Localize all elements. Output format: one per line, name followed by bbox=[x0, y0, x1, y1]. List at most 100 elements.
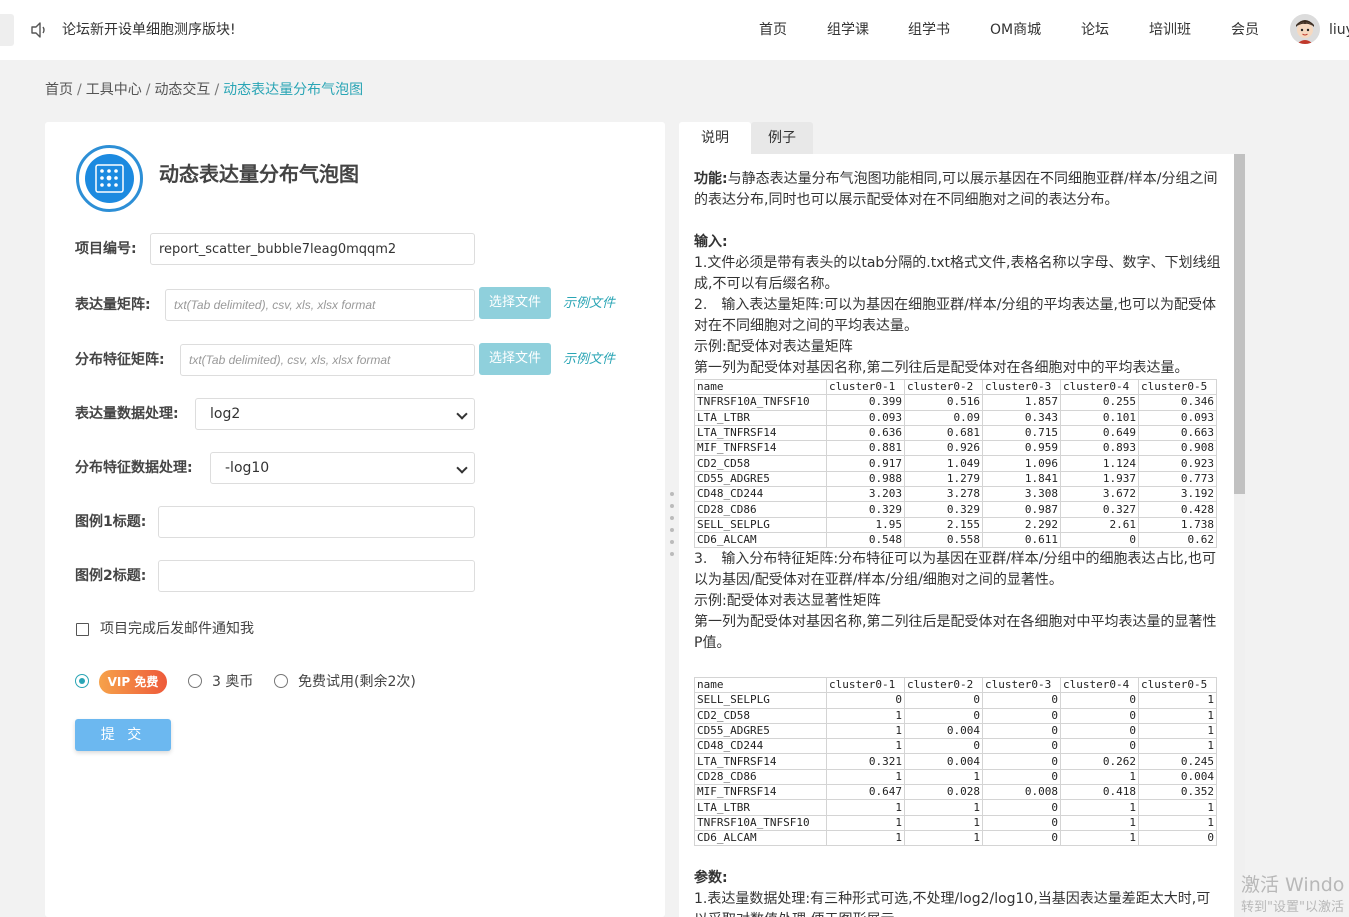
table-row: CD48_CD244 3.203 3.278 3.308 3.672 3.192 bbox=[694, 486, 1217, 503]
table-cell: 0.329 bbox=[826, 501, 905, 518]
announcement-text[interactable]: 论坛新开设单细胞测序版块! bbox=[62, 21, 236, 39]
table-row: LTA_LTBR 0.093 0.09 0.343 0.101 0.093 bbox=[694, 409, 1217, 426]
input-title: 输入: bbox=[694, 234, 728, 250]
table-cell: 1.049 bbox=[904, 455, 983, 472]
table-cell: 0 bbox=[1060, 722, 1139, 740]
menu-toggle[interactable] bbox=[0, 14, 14, 46]
breadcrumb-dynamic[interactable]: 动态交互 bbox=[154, 82, 210, 98]
tab-example[interactable]: 例子 bbox=[751, 122, 813, 154]
scrollbar-thumb[interactable] bbox=[1234, 154, 1245, 494]
project-id-input[interactable] bbox=[150, 233, 475, 265]
table-row: LTA_TNFRSF14 0.636 0.681 0.715 0.649 0.663 bbox=[694, 424, 1217, 442]
table-cell: 0 bbox=[982, 707, 1061, 724]
nav-omics-course[interactable]: 组学课 bbox=[827, 21, 869, 39]
table-header-cell: cluster0-2 bbox=[904, 676, 983, 694]
panel-resize-handle[interactable] bbox=[666, 484, 677, 562]
table-row: TNFRSF10A_TNFSF10 0.399 0.516 1.857 0.255 0.3… bbox=[694, 394, 1217, 411]
nav-member[interactable]: 会员 bbox=[1231, 21, 1259, 39]
table-header-row: name cluster0-1 cluster0-2 cluster0-3 cluste… bbox=[694, 676, 1217, 694]
breadcrumb-separator: / bbox=[214, 82, 220, 98]
dist-example-file-link[interactable]: 示例文件 bbox=[563, 351, 615, 369]
chevron-down-icon bbox=[456, 462, 468, 474]
table-cell: 0.893 bbox=[1060, 440, 1139, 457]
table-cell: SELL_SELPLG bbox=[694, 516, 827, 533]
table-cell: 1 bbox=[826, 799, 905, 816]
handle-dot bbox=[670, 552, 674, 556]
table-cell: 0 bbox=[982, 738, 1061, 755]
trial-radio[interactable] bbox=[274, 674, 288, 688]
expr-choose-file-button[interactable]: 选择文件 bbox=[479, 287, 551, 319]
dist-process-label: 分布特征数据处理: bbox=[75, 460, 193, 476]
table-cell: 0.343 bbox=[982, 409, 1061, 426]
table-cell: 0.352 bbox=[1138, 784, 1217, 801]
nav-training[interactable]: 培训班 bbox=[1149, 21, 1191, 39]
dist-choose-file-button[interactable]: 选择文件 bbox=[479, 343, 551, 375]
avatar[interactable] bbox=[1290, 14, 1320, 44]
table-cell: 3.308 bbox=[982, 486, 1061, 503]
table-cell: LTA_TNFRSF14 bbox=[694, 424, 827, 442]
nav-forum[interactable]: 论坛 bbox=[1081, 21, 1109, 39]
table-cell: 1 bbox=[826, 829, 905, 847]
table-row: LTA_LTBR 1 1 0 1 1 bbox=[694, 799, 1217, 816]
table-row: CD55_ADGRE5 1 0.004 0 0 1 bbox=[694, 722, 1217, 740]
table-row: CD55_ADGRE5 0.988 1.279 1.841 1.937 0.773 bbox=[694, 470, 1217, 488]
expr-process-select[interactable]: log2 bbox=[195, 398, 475, 430]
doc-panel: 功能:与静态表达量分布气泡图功能相同,可以展示基因在不同细胞亚群/样本/分组之间… bbox=[679, 154, 1234, 917]
tab-description[interactable]: 说明 bbox=[679, 122, 751, 154]
table-cell: CD6_ALCAM bbox=[694, 829, 827, 847]
table-cell: 1.279 bbox=[904, 470, 983, 488]
expr-example-file-link[interactable]: 示例文件 bbox=[563, 295, 615, 313]
nav-home[interactable]: 首页 bbox=[759, 21, 787, 39]
dist-matrix-file-input[interactable] bbox=[180, 344, 475, 376]
tool-title: 动态表达量分布气泡图 bbox=[159, 162, 359, 186]
function-title: 功能: bbox=[694, 171, 728, 187]
expr-matrix-file-input[interactable] bbox=[165, 289, 475, 321]
table-cell: 3.278 bbox=[904, 486, 983, 503]
legend2-input[interactable] bbox=[158, 560, 475, 592]
table-row: TNFRSF10A_TNFSF10 1 1 0 1 1 bbox=[694, 814, 1217, 831]
dist-process-value: -log10 bbox=[225, 460, 270, 476]
avatar-icon bbox=[1290, 14, 1320, 44]
table-cell: CD6_ALCAM bbox=[694, 531, 827, 549]
submit-button[interactable]: 提 交 bbox=[75, 719, 171, 751]
table-cell: 0.923 bbox=[1138, 455, 1217, 472]
email-notify-checkbox[interactable] bbox=[76, 623, 89, 636]
table-row: CD48_CD244 1 0 0 0 1 bbox=[694, 738, 1217, 755]
doc-scrollbar[interactable] bbox=[1234, 154, 1245, 917]
legend1-input[interactable] bbox=[158, 506, 475, 538]
input-item-2: 2. 输入表达量矩阵:可以为基因在细胞亚群/样本/分组的平均表达量,也可以为配受… bbox=[694, 297, 1216, 334]
breadcrumb-tool-center[interactable]: 工具中心 bbox=[86, 82, 142, 98]
table-cell: 1 bbox=[1060, 799, 1139, 816]
table-cell: 0 bbox=[1138, 829, 1217, 847]
table-cell: 0.649 bbox=[1060, 424, 1139, 442]
table-cell: 0 bbox=[982, 722, 1061, 740]
breadcrumb-separator: / bbox=[145, 82, 151, 98]
coin-radio[interactable] bbox=[188, 674, 202, 688]
table-cell: 0.101 bbox=[1060, 409, 1139, 426]
tool-form-panel: 动态表达量分布气泡图 项目编号: 表达量矩阵: 选择文件 示例文件 分布特征矩阵… bbox=[45, 122, 665, 917]
table-cell: 0.663 bbox=[1138, 424, 1217, 442]
dist-process-select[interactable]: -log10 bbox=[210, 452, 475, 484]
table-cell: 0.245 bbox=[1138, 753, 1217, 770]
coin-option-label: 3 奥币 bbox=[212, 674, 254, 690]
username[interactable]: liuy bbox=[1329, 21, 1349, 39]
table-cell: 0 bbox=[982, 814, 1061, 831]
breadcrumb-home[interactable]: 首页 bbox=[45, 82, 73, 98]
table-cell: CD2_CD58 bbox=[694, 455, 827, 472]
expr-matrix-label: 表达量矩阵: bbox=[75, 297, 151, 313]
table-cell: 1 bbox=[826, 814, 905, 831]
handle-dot bbox=[670, 540, 674, 544]
table-cell: 0.917 bbox=[826, 455, 905, 472]
table-header-cell: cluster0-3 bbox=[982, 378, 1061, 396]
nav-omics-book[interactable]: 组学书 bbox=[908, 21, 950, 39]
table-cell: 0.959 bbox=[982, 440, 1061, 457]
table-cell: CD2_CD58 bbox=[694, 707, 827, 724]
nav-om-mall[interactable]: OM商城 bbox=[990, 21, 1041, 39]
project-id-label: 项目编号: bbox=[75, 241, 137, 257]
table-cell: 0 bbox=[904, 692, 983, 709]
vip-free-radio[interactable] bbox=[75, 674, 89, 688]
table-cell: 0 bbox=[982, 768, 1061, 786]
table-cell: LTA_LTBR bbox=[694, 799, 827, 816]
table-cell: 0.418 bbox=[1060, 784, 1139, 801]
table-cell: 3.192 bbox=[1138, 486, 1217, 503]
